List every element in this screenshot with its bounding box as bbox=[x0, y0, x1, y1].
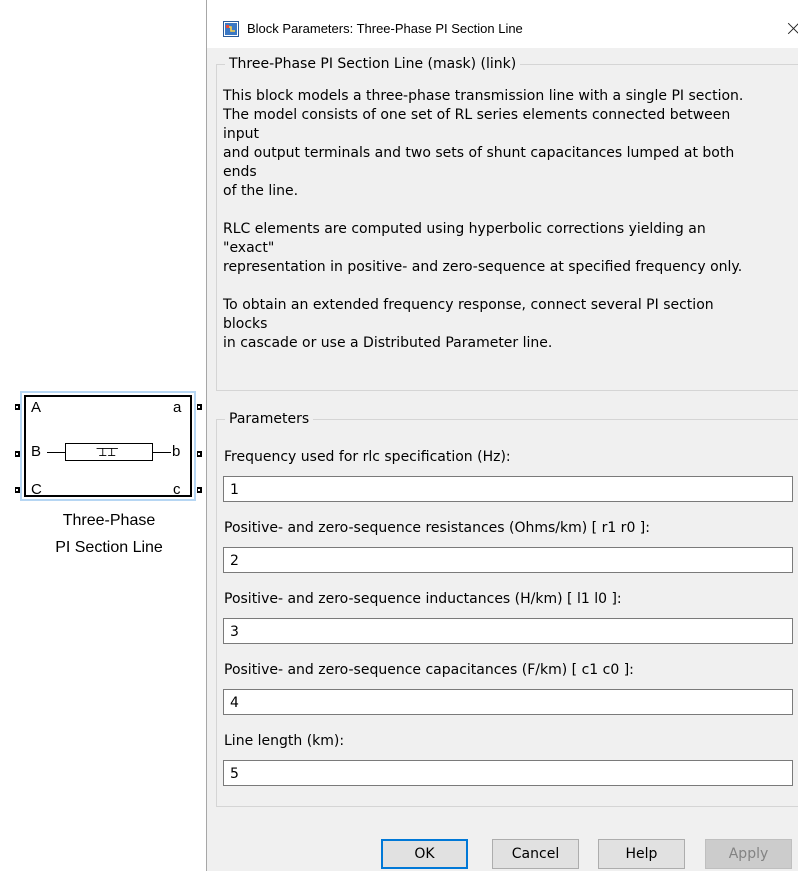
help-button[interactable]: Help bbox=[598, 839, 685, 869]
close-icon[interactable] bbox=[784, 18, 798, 40]
port-label-left-c: C bbox=[31, 481, 42, 498]
description-line: RLC elements are computed using hyperbol… bbox=[223, 221, 706, 237]
wire-b-left bbox=[47, 452, 65, 453]
description-line: representation in positive- and zero-seq… bbox=[223, 259, 743, 275]
cancel-button[interactable]: Cancel bbox=[492, 839, 579, 869]
port-c-output-icon[interactable] bbox=[197, 487, 202, 493]
pi-section-symbol-box bbox=[65, 443, 153, 461]
port-label-right-a: a bbox=[173, 399, 182, 416]
mask-description: This block models a three-phase transmis… bbox=[223, 87, 798, 353]
ok-button[interactable]: OK bbox=[381, 839, 468, 869]
window-title: Block Parameters: Three-Phase PI Section… bbox=[247, 21, 523, 36]
port-b-output-icon[interactable] bbox=[197, 451, 202, 457]
simulink-canvas: A B C a b c Three-Phase PI Section Line bbox=[0, 0, 206, 871]
description-line: of the line. bbox=[223, 183, 299, 199]
frequency-label: Frequency used for rlc specification (Hz… bbox=[224, 449, 511, 465]
pi-section-symbol-icon bbox=[96, 448, 118, 456]
port-label-right-c: c bbox=[173, 481, 181, 498]
line-length-label: Line length (km): bbox=[224, 733, 345, 749]
simulink-block-icon bbox=[223, 21, 239, 37]
resistances-input[interactable]: 2 bbox=[223, 547, 793, 573]
port-label-right-b: b bbox=[172, 443, 181, 460]
apply-button[interactable]: Apply bbox=[705, 839, 792, 869]
description-line: This block models a three-phase transmis… bbox=[223, 88, 744, 104]
inductances-label: Positive- and zero-sequence inductances … bbox=[224, 591, 622, 607]
mask-group-title: Three-Phase PI Section Line (mask) (link… bbox=[225, 55, 521, 73]
frequency-input[interactable]: 1 bbox=[223, 476, 793, 502]
parameters-group-title: Parameters bbox=[225, 410, 314, 428]
block-name-line2: PI Section Line bbox=[55, 539, 163, 556]
port-a-input-icon[interactable] bbox=[15, 404, 20, 410]
port-label-left-a: A bbox=[31, 399, 42, 416]
capacitances-input[interactable]: 4 bbox=[223, 689, 793, 715]
capacitances-label: Positive- and zero-sequence capacitances… bbox=[224, 662, 634, 678]
port-label-left-b: B bbox=[31, 443, 42, 460]
block-parameters-dialog: Block Parameters: Three-Phase PI Section… bbox=[206, 0, 798, 871]
description-line: blocks bbox=[223, 316, 268, 332]
wire-b-right bbox=[153, 452, 171, 453]
block-name-line1: Three-Phase bbox=[62, 512, 156, 529]
description-line: and output terminals and two sets of shu… bbox=[223, 145, 735, 161]
title-bar[interactable]: Block Parameters: Three-Phase PI Section… bbox=[207, 0, 798, 48]
description-line: To obtain an extended frequency response… bbox=[223, 297, 714, 313]
description-line: in cascade or use a Distributed Paramete… bbox=[223, 335, 553, 351]
line-length-input[interactable]: 5 bbox=[223, 760, 793, 786]
description-line: The model consists of one set of RL seri… bbox=[223, 107, 731, 123]
description-line: ends bbox=[223, 164, 257, 180]
port-a-output-icon[interactable] bbox=[197, 404, 202, 410]
inductances-input[interactable]: 3 bbox=[223, 618, 793, 644]
port-c-input-icon[interactable] bbox=[15, 487, 20, 493]
description-line: "exact" bbox=[223, 240, 275, 256]
port-b-input-icon[interactable] bbox=[15, 451, 20, 457]
resistances-label: Positive- and zero-sequence resistances … bbox=[224, 520, 650, 536]
description-line: input bbox=[223, 126, 260, 142]
